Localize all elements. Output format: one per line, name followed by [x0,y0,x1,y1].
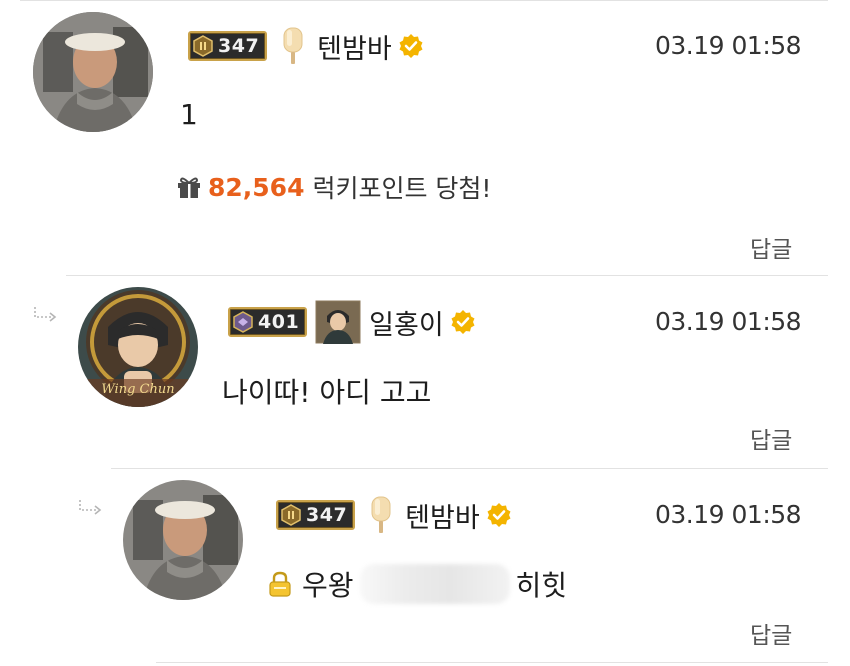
comment-header: 347 텐밤바 [276,495,512,535]
comment-header: 401 일홍이 [228,300,476,344]
ice-cream-bar-icon [371,496,391,533]
level-number: 347 [306,504,348,526]
comment-text: 나이따! 아디 고고 [222,376,432,409]
comment-item: 347 텐밤바 03.19 01:58 우왕 히힛 답글 [0,468,850,666]
verified-icon [487,503,511,527]
reply-button[interactable]: 답글 [750,230,792,264]
timestamp: 03.19 01:58 [655,31,802,60]
timestamp: 03.19 01:58 [655,500,802,529]
comment-text-after: 히힛 [515,569,568,602]
verified-icon [451,310,475,334]
lucky-points-value: 82,564 [208,172,305,202]
level-badge: 347 [276,500,356,530]
level-number: 347 [218,35,260,57]
level-badge: 401 [228,307,308,337]
ice-cream-bar-icon [283,27,303,64]
comment-text: 우왕 히힛 [266,564,567,604]
level-badge-icon [233,311,253,333]
avatar-item-icon [315,300,361,344]
comment-text-before: 우왕 [302,569,354,602]
level-number: 401 [258,311,300,333]
avatar[interactable] [123,480,243,600]
comment-header: 347 텐밤바 [188,26,424,66]
comment-divider [156,662,828,663]
nickname[interactable]: 텐밤바 [317,27,392,66]
level-badge-icon [193,35,213,57]
lucky-point-notice: 82,564 럭키포인트 당첨! [176,169,491,205]
timestamp: 03.19 01:58 [655,307,802,336]
gift-icon [178,177,200,198]
comment-text: 1 [180,98,198,131]
reply-button[interactable]: 답글 [750,421,792,455]
nickname[interactable]: 일홍이 [369,303,444,342]
comment-item: 347 텐밤바 03.19 01:58 1 82,564 럭키포인트 당첨! 답… [0,0,850,275]
nickname[interactable]: 텐밤바 [405,496,480,535]
level-badge-icon [281,504,301,526]
verified-icon [399,34,423,58]
avatar-caption: Wing Chun [101,382,174,397]
lock-icon [269,571,291,597]
blurred-text [359,564,510,604]
avatar[interactable] [33,12,153,132]
avatar[interactable]: Wing Chun [78,287,198,407]
reply-button[interactable]: 답글 [750,616,792,650]
comment-item: Wing Chun 401 일홍이 03.19 01:58 나이따! 아디 고고… [0,275,850,468]
lucky-points-label: 럭키포인트 당첨! [312,174,492,203]
level-badge: 347 [188,31,268,61]
